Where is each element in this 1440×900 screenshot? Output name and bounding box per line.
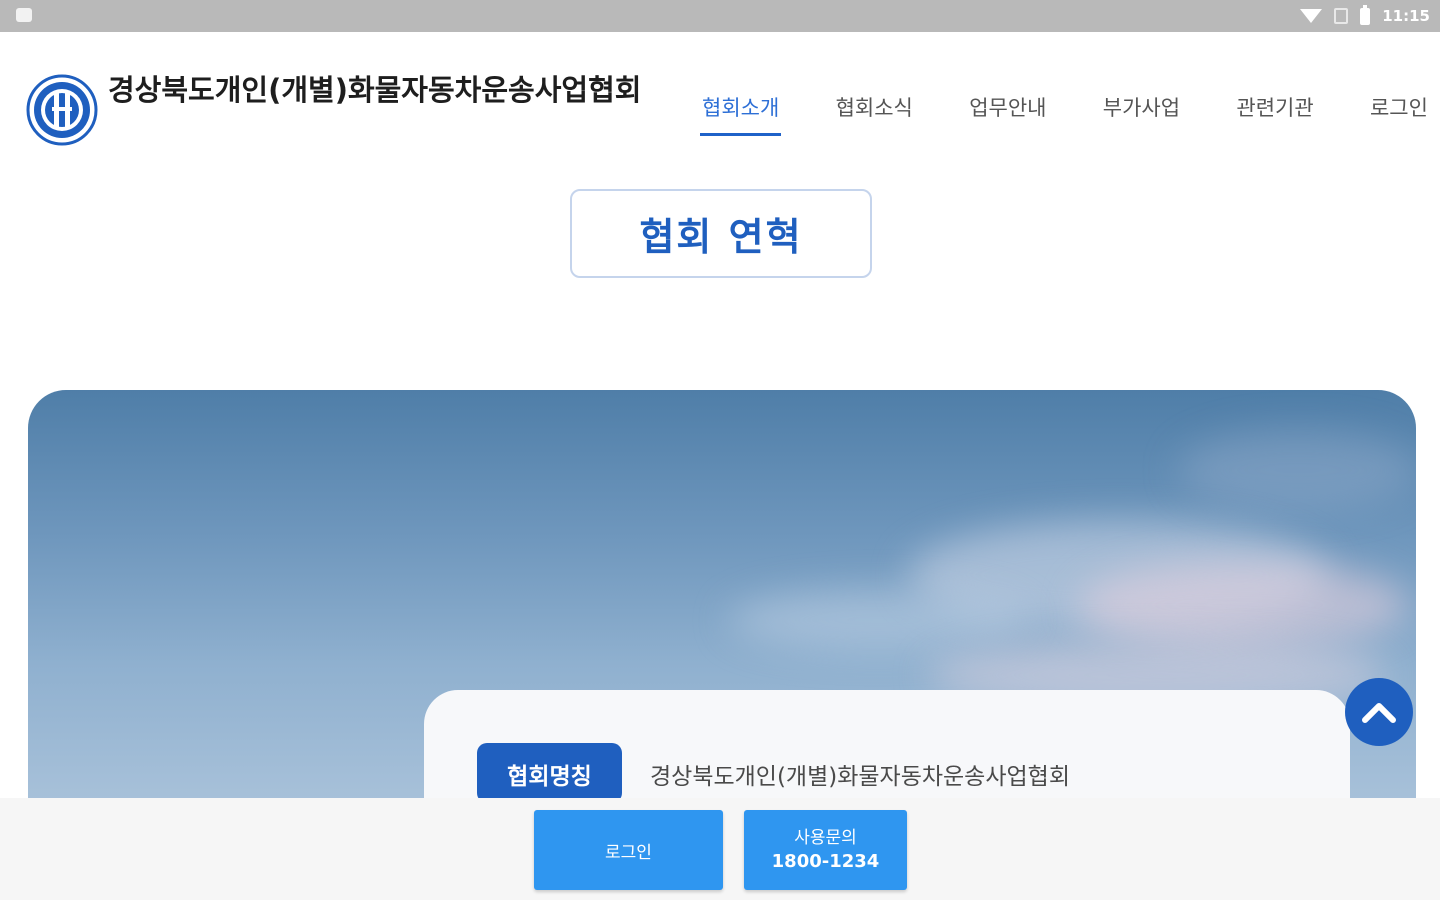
site-title[interactable]: 경상북도개인(개별)화물자동차운송사업협회: [108, 72, 668, 108]
site-header: 경상북도개인(개별)화물자동차운송사업협회 협회소개 협회소식 업무안내 부가사…: [0, 32, 1440, 172]
wifi-icon: [1300, 9, 1323, 23]
cloud-decoration: [1078, 560, 1408, 650]
login-button[interactable]: 로그인: [534, 810, 723, 890]
association-logo-icon[interactable]: [26, 74, 98, 146]
notification-icon: [16, 8, 32, 22]
status-bar: 11:15: [0, 0, 1440, 32]
battery-icon: [1360, 4, 1371, 25]
nav-item-about[interactable]: 협회소개: [700, 94, 782, 136]
nav-item-extra-business[interactable]: 부가사업: [1101, 94, 1182, 136]
info-label-badge: 협회명칭: [477, 743, 622, 803]
support-button-label: 사용문의: [794, 828, 857, 848]
login-button-label: 로그인: [605, 842, 652, 863]
nav-item-login[interactable]: 로그인: [1368, 94, 1430, 136]
cloud-decoration: [728, 590, 1028, 650]
sim-icon: [1334, 8, 1349, 24]
support-contact-button[interactable]: 사용문의 1800-1234: [744, 810, 907, 890]
nav-item-services[interactable]: 업무안내: [967, 94, 1048, 136]
info-value: 경상북도개인(개별)화물자동차운송사업협회: [650, 764, 1070, 790]
section-title: 협회 연혁: [570, 189, 872, 278]
scroll-top-button[interactable]: [1345, 678, 1413, 746]
status-icons: 11:15: [1300, 4, 1430, 27]
main-nav: 협회소개 협회소식 업무안내 부가사업 관련기관 로그인: [700, 94, 1430, 138]
cloud-decoration: [1178, 430, 1416, 510]
status-time: 11:15: [1382, 7, 1430, 25]
nav-item-related-orgs[interactable]: 관련기관: [1234, 94, 1315, 136]
nav-item-news[interactable]: 협회소식: [834, 94, 915, 136]
chevron-up-icon: [1362, 703, 1396, 723]
support-phone-number: 1800-1234: [771, 851, 880, 872]
